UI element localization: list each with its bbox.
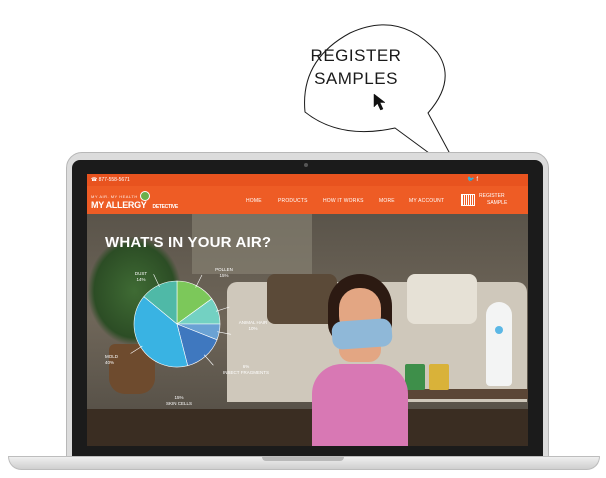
barcode-icon[interactable] (461, 194, 475, 206)
pie-label-skin-cells: 15% SKIN CELLS (165, 395, 192, 406)
pie-label-mold: MOLD 40% (105, 354, 119, 365)
nav-my-account[interactable]: MY ACCOUNT (409, 198, 444, 204)
callout-label: REGISTER SAMPLES (300, 44, 412, 90)
nav-products[interactable]: PRODUCTS (278, 198, 308, 204)
top-contact-bar: ☎ 877-558-5671 🐦 f (87, 174, 528, 186)
pie-leader-line (215, 306, 230, 312)
laptop-screen: ☎ 877-558-5671 🐦 f MY AIR. MY HEALTH MY … (87, 174, 528, 446)
register-sample-link[interactable]: REGISTER SAMPLE (479, 193, 507, 207)
laptop-notch (262, 457, 344, 461)
pie-leader-line (203, 354, 214, 366)
nav-home[interactable]: HOME (246, 198, 262, 204)
nav-more[interactable]: MORE (379, 198, 395, 204)
logo-tagline: MY AIR. MY HEALTH (91, 194, 138, 199)
logo-detective-text: DETECTIVE (152, 204, 179, 210)
pie-label-dust: DUST 14% (134, 271, 148, 282)
pie-leader-line (130, 345, 143, 354)
callout-line-2: SAMPLES (314, 69, 398, 88)
mouse-cursor-icon (373, 93, 386, 111)
pie-label-pollen: POLLEN 15% (215, 267, 233, 278)
site-logo[interactable]: MY ALLERGY DETECTIVE (91, 200, 178, 210)
nav-how-it-works[interactable]: HOW IT WORKS (323, 198, 364, 204)
register-sample-line-1: REGISTER (479, 193, 505, 199)
site-navbar: MY AIR. MY HEALTH MY ALLERGY DETECTIVE HO… (87, 186, 528, 214)
pie-label-animal-hair: ANIMAL HAIR 10% (238, 320, 268, 331)
webcam-icon (304, 163, 308, 167)
pie-leader-line (153, 274, 160, 288)
callout-line-1: REGISTER (310, 46, 402, 65)
hero-section: WHAT'S IN YOUR AIR? POLLEN 15% ANIMAL HAI… (87, 214, 528, 446)
allergen-pie-chart (130, 274, 232, 368)
pie-label-insect-fragments: 6% INSECT FRAGMENTS (223, 364, 269, 375)
social-icons[interactable]: 🐦 f (467, 174, 478, 186)
logo-text: MY ALLERGY (91, 200, 147, 210)
register-sample-line-2: SAMPLE (487, 200, 508, 206)
pie-leader-line (195, 274, 203, 288)
phone-link[interactable]: ☎ 877-558-5671 (91, 174, 130, 186)
